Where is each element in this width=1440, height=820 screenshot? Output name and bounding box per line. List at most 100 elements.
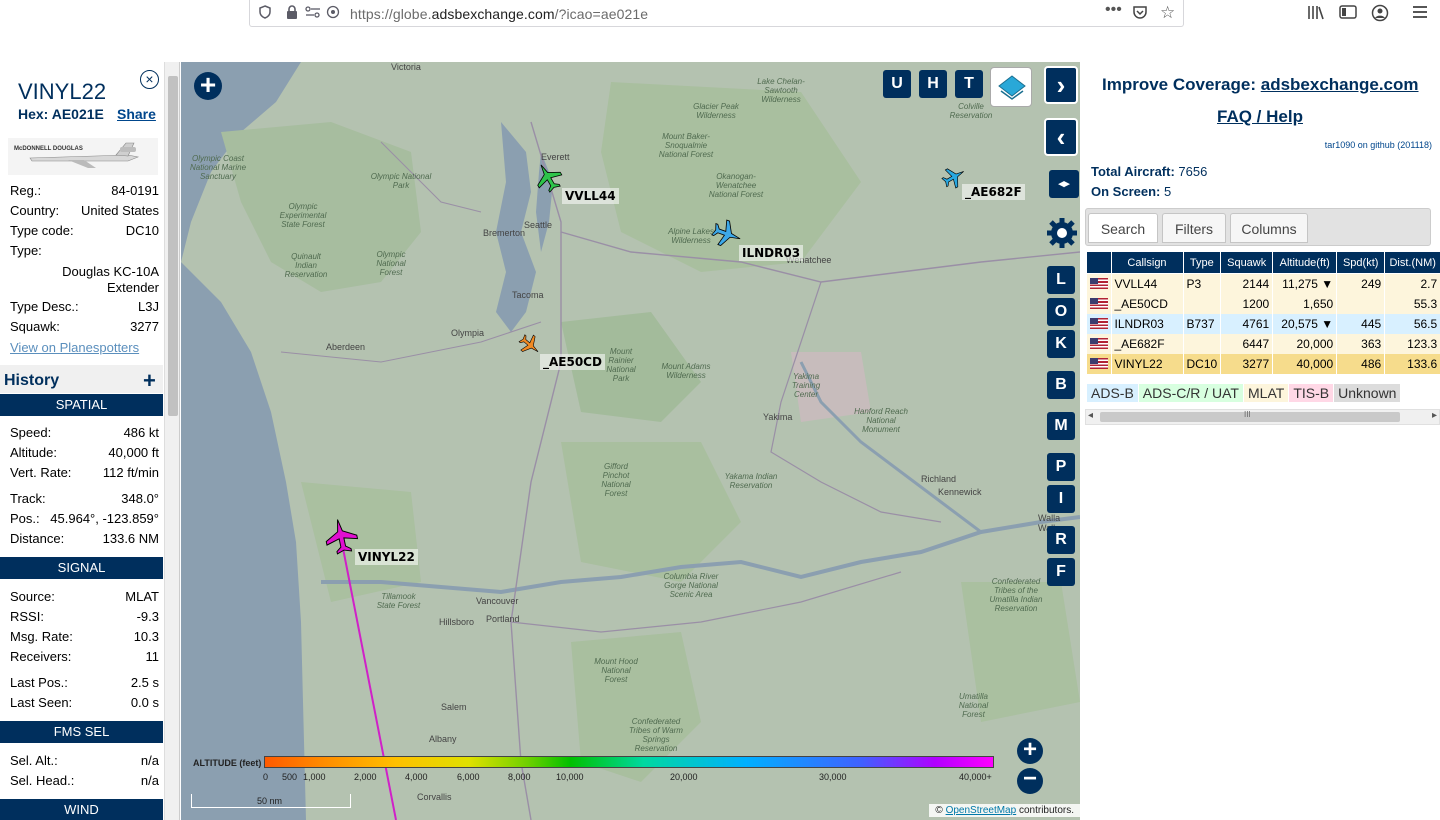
column-header[interactable]: Altitude(ft)	[1272, 251, 1338, 274]
altitude-tick-label: 4,000	[405, 772, 428, 782]
column-header[interactable]: Dist.(NM)	[1384, 251, 1440, 274]
map-region-label: Mount Adams Wilderness	[661, 362, 711, 380]
scrollbar-thumb[interactable]	[168, 76, 178, 416]
table-row[interactable]: ILNDR03B737476120,575 ▼44556.5-	[1086, 313, 1440, 334]
github-link[interactable]: tar1090 on github (201118)	[1325, 140, 1432, 150]
o-button[interactable]: O	[1047, 298, 1075, 326]
planespotters-link[interactable]: View on Planespotters	[10, 340, 139, 355]
u-button[interactable]: U	[883, 70, 911, 98]
r-button[interactable]: R	[1047, 526, 1075, 554]
aircraft-label-vvll44[interactable]: VVLL44	[562, 188, 619, 204]
us-flag-icon	[1089, 277, 1108, 289]
map-region-label: Lake Chelan-Sawtooth Wilderness	[757, 77, 805, 104]
map-region-label: Confederated Tribes of Warm Springs Rese…	[629, 717, 683, 753]
pocket-icon[interactable]	[1132, 5, 1148, 23]
scale-label: 50 nm	[257, 796, 283, 806]
column-header[interactable]: Type	[1182, 251, 1222, 274]
url-text[interactable]: https://globe.adsbexchange.com/?icao=ae0…	[350, 6, 648, 22]
spatial-field-row: Pos.: 45.964°, -123.859°	[10, 511, 159, 528]
column-header[interactable]: Spd(kt)	[1336, 251, 1386, 274]
zoom-out-button[interactable]: −	[1017, 767, 1043, 794]
fms-field-value: n/a	[140, 753, 159, 768]
p-button[interactable]: P	[1047, 453, 1075, 481]
column-header[interactable]: Callsign	[1110, 251, 1184, 274]
l-button[interactable]: L	[1047, 266, 1075, 294]
table-row[interactable]: VINYL22DC10327740,000486133.6-	[1086, 353, 1440, 374]
sidebar-toggle-icon[interactable]	[1339, 4, 1357, 25]
map-region-label: Alpine Lakes Wilderness	[668, 227, 714, 245]
history-heading[interactable]: History	[4, 372, 59, 390]
tracking-icon[interactable]	[326, 5, 340, 22]
improve-coverage: Improve Coverage: adsbexchange.com	[1102, 75, 1419, 94]
map-canvas[interactable]: Olympic Coast National Marine Sanctuary O…	[181, 62, 1080, 820]
altitude-legend: ALTITUDE (feet) 0 500 1,000 2,000 4,000 6,000…	[189, 752, 997, 792]
aircraft-photo[interactable]: McDONNELL DOUGLAS	[8, 138, 158, 175]
shield-icon[interactable]	[258, 5, 272, 22]
signal-field-label: RSSI:	[10, 609, 44, 624]
map-city-label: Bremerton	[483, 228, 526, 238]
fms-field-row: Sel. Alt.: n/a	[10, 753, 159, 770]
h-button[interactable]: H	[919, 70, 947, 98]
spatial-field-value: 112 ft/min	[102, 465, 159, 480]
cell-squawk: 4761	[1220, 313, 1274, 334]
table-row[interactable]: _AE50CD12001,65055.3-	[1086, 293, 1440, 314]
address-bar[interactable]: https://globe.adsbexchange.com/?icao=ae0…	[249, 0, 1184, 27]
menu-icon[interactable]	[1412, 4, 1428, 24]
altitude-tick-label: 2,000	[354, 772, 377, 782]
tab-filters[interactable]: Filters	[1162, 213, 1226, 243]
close-icon[interactable]: ×	[140, 70, 159, 89]
f-button[interactable]: F	[1047, 558, 1075, 586]
scroll-right-icon[interactable]: ▸	[1432, 410, 1437, 421]
zoom-in-corner-button[interactable]: +	[194, 71, 222, 100]
cell-callsign: ILNDR03	[1111, 313, 1184, 334]
aircraft-callsign: VINYL22	[18, 79, 107, 104]
cell-type	[1183, 293, 1222, 314]
library-icon[interactable]	[1307, 4, 1325, 25]
adsbexchange-link[interactable]: adsbexchange.com	[1261, 75, 1419, 94]
account-icon[interactable]	[1371, 4, 1389, 27]
aircraft-label-ae50cd[interactable]: _AE50CD	[540, 354, 605, 370]
layers-button[interactable]	[990, 67, 1032, 107]
column-header[interactable]: Squawk	[1220, 251, 1274, 274]
share-link[interactable]: Share	[117, 106, 156, 122]
hscroll-thumb[interactable]: III	[1100, 410, 1400, 422]
t-button[interactable]: T	[955, 70, 983, 98]
scroll-left-icon[interactable]: ◂	[1088, 410, 1093, 421]
info-field-row: Country: United States	[10, 203, 159, 220]
column-header[interactable]	[1086, 251, 1112, 274]
info-field-row: Type:	[10, 243, 159, 260]
lock-icon[interactable]	[286, 5, 298, 22]
table-row[interactable]: _AE682F644720,000363123.3-1	[1086, 333, 1440, 354]
k-button[interactable]: K	[1047, 330, 1075, 358]
spatial-field-label: Track:	[10, 491, 46, 506]
signal-field-value: -9.3	[136, 609, 159, 624]
signal-field-row: RSSI: -9.3	[10, 609, 159, 626]
aircraft-label-ae682f[interactable]: _AE682F	[962, 184, 1025, 200]
history-expand-icon[interactable]: +	[143, 368, 156, 394]
faq-help-link[interactable]: FAQ / Help	[1217, 107, 1303, 127]
zoom-in-button[interactable]: +	[1017, 738, 1043, 764]
tab-search[interactable]: Search	[1088, 213, 1158, 243]
m-button[interactable]: M	[1047, 412, 1075, 440]
fms-field-row: Sel. Head.: n/a	[10, 773, 159, 790]
cell-type: P3	[1183, 273, 1222, 294]
page-actions-icon[interactable]: •••	[1105, 1, 1122, 19]
back-button[interactable]: ‹	[1044, 118, 1078, 156]
tab-columns[interactable]: Columns	[1230, 213, 1308, 243]
permissions-icon[interactable]	[305, 5, 321, 22]
osm-link[interactable]: OpenStreetMap	[946, 805, 1017, 816]
aircraft-list-sidebar: Improve Coverage: adsbexchange.com FAQ /…	[1081, 62, 1440, 820]
signal-field-row: Last Pos.: 2.5 s	[10, 675, 159, 692]
info-scrollbar[interactable]	[164, 62, 179, 820]
map-region-label: Columbia River Gorge National Scenic Are…	[663, 572, 719, 599]
table-row[interactable]: VVLL44P3214411,275 ▼2492.7-	[1086, 273, 1440, 294]
forward-button[interactable]: ›	[1044, 66, 1078, 104]
info-field-label: Type:	[10, 243, 42, 258]
expand-toggle-button[interactable]: ◂▸	[1049, 170, 1079, 198]
i-button[interactable]: I	[1047, 485, 1075, 513]
aircraft-label-vinyl22[interactable]: VINYL22	[355, 549, 418, 565]
table-hscrollbar[interactable]: ◂ III ▸	[1085, 409, 1440, 425]
b-button[interactable]: B	[1047, 371, 1075, 399]
aircraft-label-ilndr03[interactable]: ILNDR03	[739, 245, 804, 261]
bookmark-star-icon[interactable]: ☆	[1160, 3, 1175, 23]
